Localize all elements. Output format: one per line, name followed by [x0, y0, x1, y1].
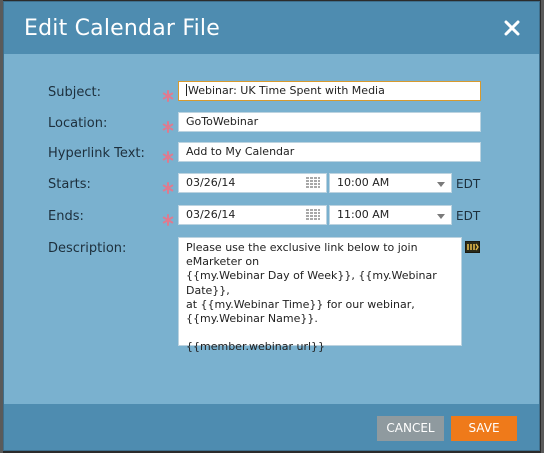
cancel-button[interactable]: CANCEL — [377, 416, 444, 441]
required-asterisk-icon — [162, 211, 174, 226]
location-value: GoToWebinar — [186, 115, 259, 128]
close-icon[interactable] — [503, 19, 521, 37]
start-time-value: 10:00 AM — [337, 176, 390, 189]
text-cursor — [186, 84, 187, 96]
calendar-icon[interactable] — [306, 209, 320, 221]
start-timezone: EDT — [456, 177, 481, 191]
dialog-title: Edit Calendar File — [24, 16, 220, 41]
end-time-value: 11:00 AM — [337, 208, 390, 221]
hyperlink-text-label: Hyperlink Text: — [48, 146, 145, 161]
start-date-input[interactable]: 03/26/14 — [178, 173, 327, 193]
description-textarea[interactable]: Please use the exclusive link below to j… — [178, 237, 462, 353]
description-label: Description: — [48, 241, 127, 256]
end-date-input[interactable]: 03/26/14 — [178, 205, 327, 225]
location-label: Location: — [48, 116, 108, 131]
location-input[interactable]: GoToWebinar — [178, 112, 481, 132]
subject-value: Webinar: UK Time Spent with Media — [188, 84, 385, 97]
edit-calendar-dialog: Edit Calendar File Subject: Webinar: UK … — [3, 1, 540, 451]
ends-label: Ends: — [48, 209, 84, 224]
hyperlink-text-value: Add to My Calendar — [186, 145, 295, 158]
subject-input[interactable]: Webinar: UK Time Spent with Media — [178, 81, 481, 101]
dialog-footer: CANCEL SAVE — [4, 404, 539, 450]
required-asterisk-icon — [162, 118, 174, 133]
starts-label: Starts: — [48, 177, 91, 192]
chevron-down-icon — [437, 182, 445, 187]
end-time-select[interactable]: 11:00 AM — [329, 205, 452, 225]
end-timezone: EDT — [456, 209, 481, 223]
dialog-titlebar: Edit Calendar File — [4, 2, 539, 54]
required-asterisk-icon — [162, 148, 174, 163]
hyperlink-text-input[interactable]: Add to My Calendar — [178, 142, 481, 162]
required-asterisk-icon — [162, 87, 174, 102]
dialog-body: Subject: Webinar: UK Time Spent with Med… — [4, 54, 539, 404]
token-insert-icon[interactable] — [465, 238, 480, 253]
start-time-select[interactable]: 10:00 AM — [329, 173, 452, 193]
chevron-down-icon — [437, 214, 445, 219]
save-button[interactable]: SAVE — [451, 416, 517, 441]
start-date-value: 03/26/14 — [186, 176, 236, 189]
end-date-value: 03/26/14 — [186, 208, 236, 221]
required-asterisk-icon — [162, 179, 174, 194]
calendar-icon[interactable] — [306, 177, 320, 189]
subject-label: Subject: — [48, 85, 101, 100]
